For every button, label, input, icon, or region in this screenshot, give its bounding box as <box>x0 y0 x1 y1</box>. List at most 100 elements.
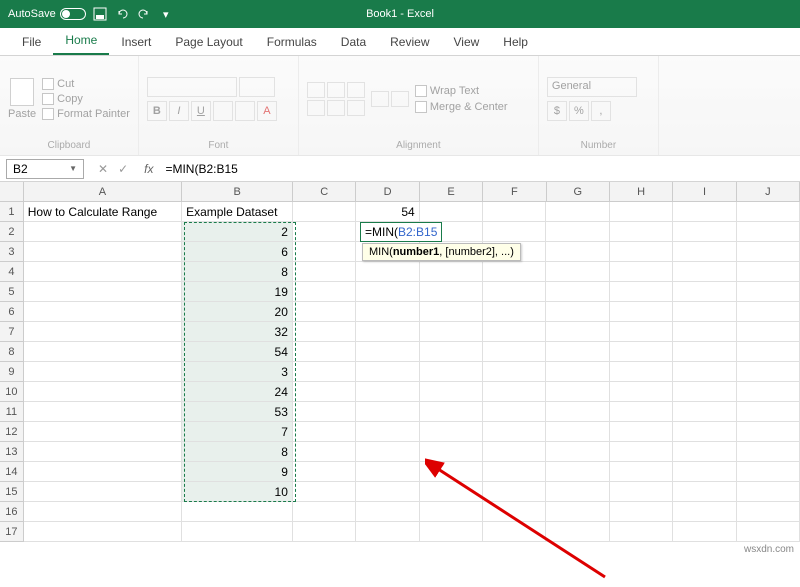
row-header[interactable]: 11 <box>0 402 24 422</box>
cell-G11[interactable] <box>546 402 609 422</box>
cell-A13[interactable] <box>24 442 182 462</box>
cell-A6[interactable] <box>24 302 182 322</box>
cell-B7[interactable]: 32 <box>182 322 293 342</box>
toggle-off-icon[interactable] <box>60 8 86 20</box>
cell-E6[interactable] <box>420 302 483 322</box>
qat-customize-icon[interactable]: ▾ <box>158 6 174 22</box>
cell-I8[interactable] <box>673 342 736 362</box>
row-header[interactable]: 1 <box>0 202 24 222</box>
cell-H12[interactable] <box>610 422 673 442</box>
cell-F1[interactable] <box>483 202 546 222</box>
number-format-select[interactable]: General <box>547 77 637 97</box>
cell-H5[interactable] <box>610 282 673 302</box>
cell-G9[interactable] <box>546 362 609 382</box>
fill-color-button[interactable] <box>235 101 255 121</box>
cell-H17[interactable] <box>610 522 673 542</box>
cell-D1[interactable]: 54 <box>356 202 419 222</box>
indent-dec-button[interactable] <box>371 91 389 107</box>
cell-I12[interactable] <box>673 422 736 442</box>
currency-button[interactable]: $ <box>547 101 567 121</box>
cell-E7[interactable] <box>420 322 483 342</box>
cell-D4[interactable] <box>356 262 419 282</box>
tab-help[interactable]: Help <box>491 29 540 55</box>
cell-I5[interactable] <box>673 282 736 302</box>
font-family-select[interactable] <box>147 77 237 97</box>
cell-B4[interactable]: 8 <box>182 262 293 282</box>
cell-B14[interactable]: 9 <box>182 462 293 482</box>
cell-C3[interactable] <box>293 242 356 262</box>
cell-I15[interactable] <box>673 482 736 502</box>
font-size-select[interactable] <box>239 77 275 97</box>
cell-F2[interactable] <box>483 222 546 242</box>
cell-I9[interactable] <box>673 362 736 382</box>
cell-H11[interactable] <box>610 402 673 422</box>
tab-home[interactable]: Home <box>53 27 109 55</box>
row-header[interactable]: 10 <box>0 382 24 402</box>
cell-B6[interactable]: 20 <box>182 302 293 322</box>
cell-I16[interactable] <box>673 502 736 522</box>
cell-D6[interactable] <box>356 302 419 322</box>
cell-J5[interactable] <box>737 282 800 302</box>
cell-J12[interactable] <box>737 422 800 442</box>
cell-F4[interactable] <box>483 262 546 282</box>
save-icon[interactable] <box>92 6 108 22</box>
cell-C14[interactable] <box>293 462 356 482</box>
autosave-toggle[interactable]: AutoSave <box>8 8 86 20</box>
cell-J11[interactable] <box>737 402 800 422</box>
cell-C5[interactable] <box>293 282 356 302</box>
cell-J13[interactable] <box>737 442 800 462</box>
cell-B9[interactable]: 3 <box>182 362 293 382</box>
fx-icon[interactable]: fx <box>136 162 161 176</box>
cell-G7[interactable] <box>546 322 609 342</box>
cell-A2[interactable] <box>24 222 182 242</box>
cell-A12[interactable] <box>24 422 182 442</box>
row-header[interactable]: 5 <box>0 282 24 302</box>
cell-J2[interactable] <box>737 222 800 242</box>
cell-A4[interactable] <box>24 262 182 282</box>
worksheet[interactable]: A B C D E F G H I J 1How to Calculate Ra… <box>0 182 800 542</box>
cell-A9[interactable] <box>24 362 182 382</box>
cell-H15[interactable] <box>610 482 673 502</box>
cell-G6[interactable] <box>546 302 609 322</box>
align-top-button[interactable] <box>307 82 325 98</box>
cell-D12[interactable] <box>356 422 419 442</box>
cell-G4[interactable] <box>546 262 609 282</box>
cell-C8[interactable] <box>293 342 356 362</box>
tab-insert[interactable]: Insert <box>109 29 163 55</box>
col-header-G[interactable]: G <box>547 182 610 201</box>
col-header-A[interactable]: A <box>24 182 182 201</box>
cell-I4[interactable] <box>673 262 736 282</box>
col-header-C[interactable]: C <box>293 182 356 201</box>
bold-button[interactable]: B <box>147 101 167 121</box>
cell-D15[interactable] <box>356 482 419 502</box>
cell-B16[interactable] <box>182 502 293 522</box>
cell-C4[interactable] <box>293 262 356 282</box>
row-header[interactable]: 3 <box>0 242 24 262</box>
cell-B15[interactable]: 10 <box>182 482 293 502</box>
cell-G8[interactable] <box>546 342 609 362</box>
cell-F9[interactable] <box>483 362 546 382</box>
cancel-formula-button[interactable]: ✕ <box>98 162 108 176</box>
comma-button[interactable]: , <box>591 101 611 121</box>
cell-J17[interactable] <box>737 522 800 542</box>
cell-G1[interactable] <box>546 202 609 222</box>
copy-button[interactable]: Copy <box>42 93 130 105</box>
font-color-button[interactable]: A <box>257 101 277 121</box>
redo-icon[interactable] <box>136 6 152 22</box>
cell-J14[interactable] <box>737 462 800 482</box>
cell-E4[interactable] <box>420 262 483 282</box>
align-center-button[interactable] <box>327 100 345 116</box>
cell-J4[interactable] <box>737 262 800 282</box>
cell-F6[interactable] <box>483 302 546 322</box>
cell-A7[interactable] <box>24 322 182 342</box>
format-painter-button[interactable]: Format Painter <box>42 108 130 120</box>
cell-D14[interactable] <box>356 462 419 482</box>
cell-A3[interactable] <box>24 242 182 262</box>
cell-F7[interactable] <box>483 322 546 342</box>
cell-C9[interactable] <box>293 362 356 382</box>
cell-G5[interactable] <box>546 282 609 302</box>
cell-J16[interactable] <box>737 502 800 522</box>
cell-A11[interactable] <box>24 402 182 422</box>
cell-H2[interactable] <box>610 222 673 242</box>
col-header-H[interactable]: H <box>610 182 673 201</box>
